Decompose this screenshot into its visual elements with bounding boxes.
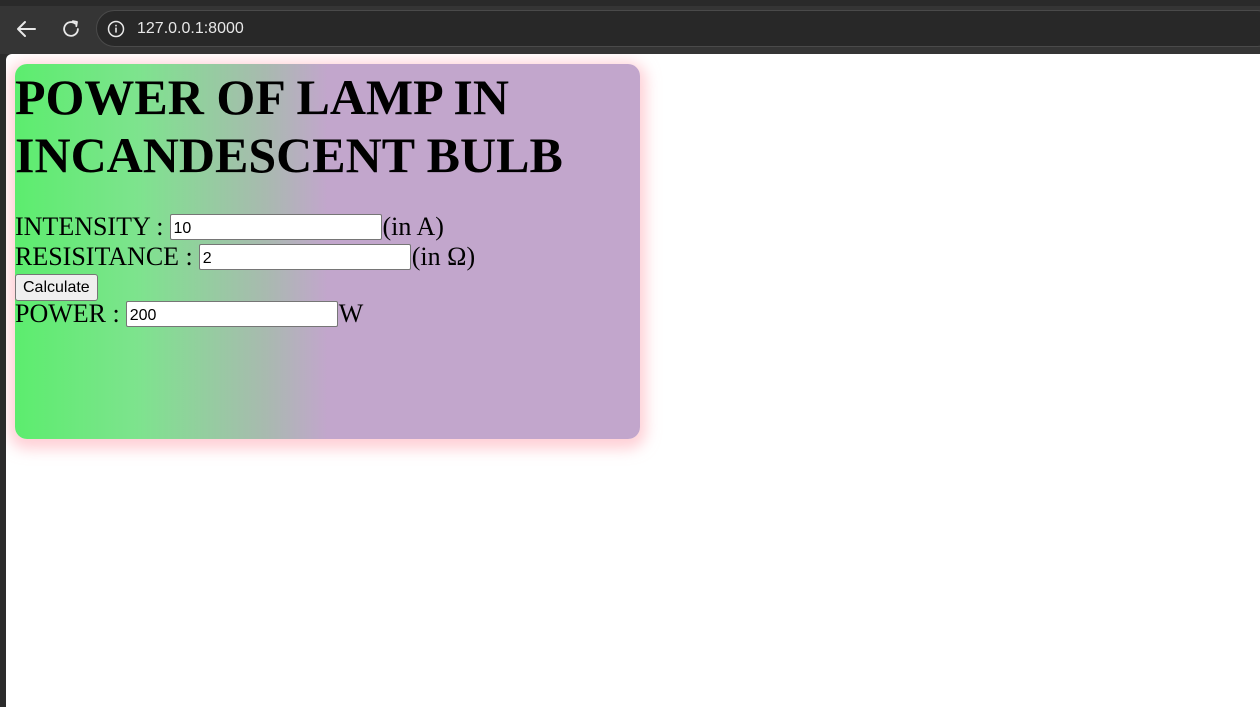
reload-button[interactable]	[56, 14, 86, 44]
info-icon[interactable]	[107, 20, 125, 38]
browser-toolbar: 127.0.0.1:8000	[0, 0, 1260, 54]
reload-icon	[63, 20, 79, 37]
resistance-label: RESISITANCE :	[15, 242, 193, 271]
intensity-unit: (in A)	[382, 212, 444, 241]
intensity-row: INTENSITY : (in A)	[15, 212, 444, 242]
power-row: POWER : W	[15, 299, 363, 329]
power-unit: W	[338, 299, 364, 328]
resistance-row: RESISITANCE : (in Ω)	[15, 242, 475, 272]
back-button[interactable]	[11, 14, 41, 44]
resistance-input[interactable]	[198, 244, 411, 270]
intensity-input[interactable]	[169, 214, 382, 240]
resistance-unit: (in Ω)	[411, 242, 476, 271]
intensity-label: INTENSITY :	[15, 212, 164, 241]
page-viewport: POWER OF LAMP IN INCANDESCENT BULB INTEN…	[6, 54, 1260, 707]
power-label: POWER :	[15, 299, 120, 328]
address-bar[interactable]: 127.0.0.1:8000	[96, 10, 1260, 47]
calculator-card: POWER OF LAMP IN INCANDESCENT BULB INTEN…	[15, 64, 640, 439]
power-output[interactable]	[125, 301, 338, 327]
url-text[interactable]: 127.0.0.1:8000	[137, 19, 244, 39]
calculate-button[interactable]: Calculate	[15, 274, 98, 301]
page-title: POWER OF LAMP IN INCANDESCENT BULB	[15, 69, 563, 183]
back-arrow-icon	[17, 21, 36, 37]
